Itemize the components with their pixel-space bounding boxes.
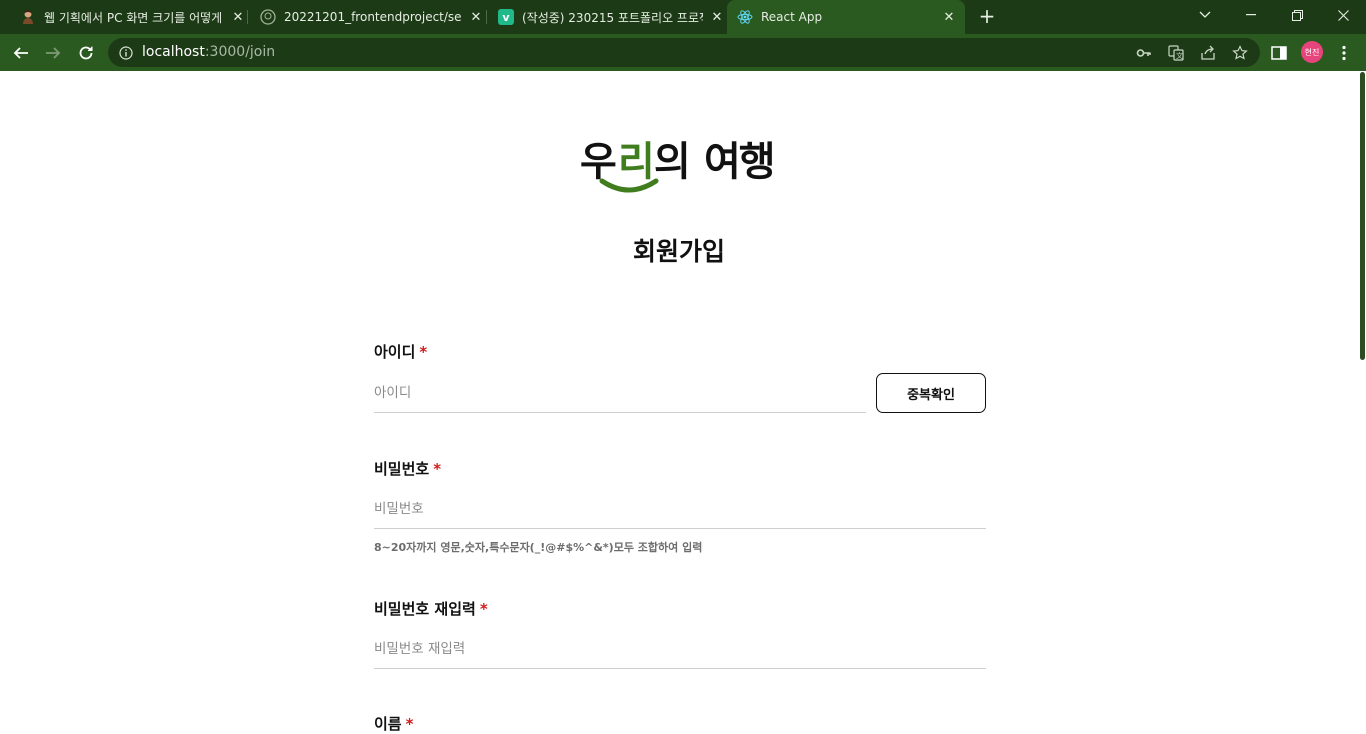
- close-window-icon[interactable]: [1320, 0, 1366, 30]
- close-tab-icon[interactable]: ✕: [709, 9, 725, 25]
- close-tab-icon[interactable]: ✕: [941, 9, 957, 25]
- close-tab-icon[interactable]: ✕: [230, 9, 246, 25]
- profile-avatar[interactable]: 현진: [1301, 41, 1323, 63]
- close-tab-icon[interactable]: ✕: [468, 9, 484, 25]
- address-bar[interactable]: localhost:3000/join 文: [108, 38, 1260, 67]
- browser-tab[interactable]: 웹 기획에서 PC 화면 크기를 어떻게 ✕: [12, 0, 246, 34]
- back-arrow-icon[interactable]: [8, 40, 34, 66]
- tab-title: 20221201_frontendproject/server: [284, 10, 462, 24]
- password-input[interactable]: [374, 489, 986, 529]
- check-duplicate-button[interactable]: 중복확인: [876, 373, 986, 413]
- tab-search-icon[interactable]: [1182, 0, 1228, 30]
- required-mark: *: [405, 715, 414, 733]
- profile-favicon-icon: [20, 9, 36, 25]
- password-label: 비밀번호 *: [374, 460, 442, 478]
- required-mark: *: [433, 460, 442, 478]
- tab-divider: [486, 10, 487, 24]
- browser-toolbar: localhost:3000/join 文 현진: [0, 34, 1366, 71]
- svg-text:의: 의: [654, 139, 689, 185]
- svg-text:우: 우: [580, 139, 616, 185]
- id-input[interactable]: [374, 373, 866, 413]
- react-favicon-icon: [737, 9, 753, 25]
- more-menu-icon[interactable]: [1334, 43, 1354, 63]
- required-mark: *: [419, 343, 428, 361]
- browser-tab[interactable]: v (작성중) 230215 포트폴리오 프로젝트 ✕: [491, 0, 725, 34]
- tab-title: React App: [761, 10, 823, 24]
- velog-favicon-icon: v: [498, 9, 514, 25]
- side-panel-icon[interactable]: [1269, 43, 1289, 63]
- svg-text:리: 리: [618, 139, 653, 185]
- logo[interactable]: 우 리 의 여행: [580, 137, 780, 195]
- svg-text:여행: 여행: [704, 139, 774, 185]
- password-key-icon[interactable]: [1136, 45, 1152, 61]
- reload-icon[interactable]: [73, 40, 99, 66]
- forward-arrow-icon[interactable]: [40, 40, 66, 66]
- page-title: 회원가입: [632, 237, 725, 266]
- browser-tab[interactable]: 20221201_frontendproject/server ✕: [252, 0, 484, 34]
- url-text: localhost:3000/join: [142, 44, 276, 60]
- required-mark: *: [479, 600, 488, 618]
- bookmark-star-icon[interactable]: [1232, 45, 1248, 61]
- svg-text:文: 文: [1176, 51, 1183, 60]
- translate-icon[interactable]: 文: [1168, 45, 1184, 61]
- restore-icon[interactable]: [1274, 0, 1320, 30]
- scrollbar-thumb[interactable]: [1360, 72, 1365, 360]
- github-favicon-icon: [260, 9, 276, 25]
- id-label: 아이디 *: [374, 343, 428, 361]
- new-tab-button[interactable]: +: [976, 6, 998, 28]
- password-hint: 8~20자까지 영문,숫자,특수문자(_!@#$%^&*)모두 조합하여 입력: [374, 541, 703, 554]
- share-icon[interactable]: [1200, 45, 1216, 61]
- password-confirm-input[interactable]: [374, 629, 986, 669]
- name-label: 이름 *: [374, 715, 414, 733]
- tab-title: (작성중) 230215 포트폴리오 프로젝트: [522, 10, 703, 25]
- minimize-icon[interactable]: [1228, 0, 1274, 30]
- browser-tabstrip: 웹 기획에서 PC 화면 크기를 어떻게 ✕ 20221201_frontend…: [0, 0, 1366, 34]
- tab-title: 웹 기획에서 PC 화면 크기를 어떻게: [44, 10, 223, 25]
- site-info-icon[interactable]: [119, 45, 133, 64]
- browser-tab-active[interactable]: React App ✕: [727, 0, 965, 34]
- page-viewport: 우 리 의 여행 회원가입 아이디* 중복확인 비밀번호* 8~20자까지 영문…: [0, 71, 1358, 733]
- tab-divider: [247, 10, 248, 24]
- password-confirm-label: 비밀번호 재입력 *: [374, 600, 488, 618]
